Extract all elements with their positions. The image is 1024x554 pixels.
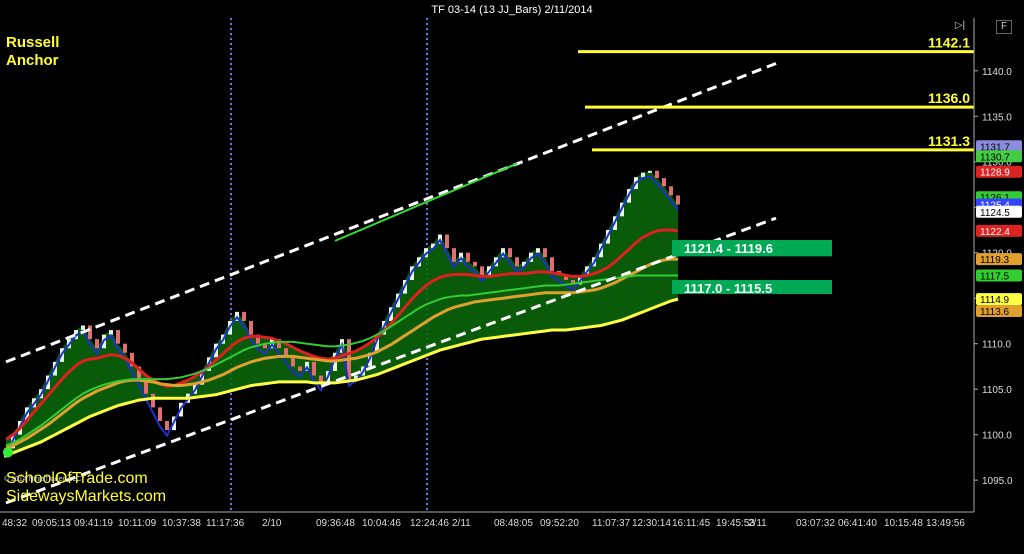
price-bar[interactable] <box>291 357 295 367</box>
price-bar[interactable] <box>312 361 316 376</box>
price-marker-label: 1130.7 <box>980 152 1010 163</box>
x-tick-label: 09:41:19 <box>74 518 113 529</box>
x-tick-label: 06:41:40 <box>838 518 877 529</box>
x-tick-label: 08:48:05 <box>494 518 533 529</box>
float-toggle-button[interactable]: F <box>996 20 1012 34</box>
price-marker-label: 1122.4 <box>980 227 1010 238</box>
copyright-label: © 2014 NinjaTrader, LLC <box>4 476 82 483</box>
price-bar[interactable] <box>123 343 127 353</box>
price-bar[interactable] <box>158 407 162 422</box>
price-bar[interactable] <box>249 320 253 335</box>
resistance-label-2: 1131.3 <box>928 133 970 149</box>
price-bar[interactable] <box>165 421 169 431</box>
zone-label-1: 1117.0 - 1115.5 <box>684 281 772 296</box>
price-marker-label: 1124.5 <box>980 208 1010 219</box>
price-bar[interactable] <box>676 195 680 205</box>
price-bar[interactable] <box>298 366 302 371</box>
x-tick-label: 11:07:37 <box>592 518 631 529</box>
x-tick-label: 10:15:48 <box>884 518 923 529</box>
price-bar[interactable] <box>655 170 659 179</box>
chart-title: TF 03-14 (13 JJ_Bars) 2/11/2014 <box>431 4 593 16</box>
chart-canvas[interactable]: 1142.1 1136.0 1131.3 1121.4 - 1119.6 1117.0 … <box>0 0 1024 554</box>
x-tick-label: 2/11 <box>452 518 471 529</box>
price-bar[interactable] <box>473 261 477 267</box>
y-tick-label: 1095.0 <box>982 476 1013 487</box>
price-bar[interactable] <box>480 266 484 276</box>
price-bar[interactable] <box>536 248 540 253</box>
x-tick-label: 2/10 <box>262 518 282 529</box>
resistance-label-1: 1136.0 <box>928 90 970 106</box>
price-marker-label: 1119.3 <box>980 255 1010 266</box>
price-marker-label: 1117.5 <box>980 271 1010 282</box>
x-tick-label: 09:36:48 <box>316 518 355 529</box>
resistance-label-0: 1142.1 <box>928 35 970 51</box>
price-bar[interactable] <box>452 248 456 262</box>
x-tick-label: 09:05:13 <box>32 518 71 529</box>
price-bar[interactable] <box>466 252 470 262</box>
price-bar[interactable] <box>445 234 449 249</box>
price-bar[interactable] <box>543 248 547 258</box>
x-tick-label: 16:11:45 <box>672 518 711 529</box>
price-bar[interactable] <box>669 186 673 196</box>
anchor-label: Anchor <box>6 52 59 69</box>
price-bar[interactable] <box>662 178 666 187</box>
price-bar[interactable] <box>109 330 113 335</box>
price-bar[interactable] <box>508 248 512 258</box>
zone-label-0: 1121.4 - 1119.6 <box>684 241 773 256</box>
x-tick-label: 10:37:38 <box>162 518 201 529</box>
price-bar[interactable] <box>151 393 155 408</box>
y-tick-label: 1110.0 <box>982 340 1012 351</box>
x-tick-label: 11:17:36 <box>206 518 245 529</box>
y-tick-label: 1135.0 <box>982 112 1012 123</box>
x-tick-label: 13:49:56 <box>926 518 965 529</box>
price-bar[interactable] <box>88 325 92 340</box>
price-marker-label: 1113.6 <box>980 307 1010 318</box>
x-tick-label: 12:24:46 <box>410 518 449 529</box>
site-watermark-2: SidewaysMarkets.com <box>6 488 167 505</box>
x-tick-label: 10:11:09 <box>118 518 157 529</box>
price-bar[interactable] <box>648 170 652 173</box>
price-bar[interactable] <box>242 311 246 321</box>
x-tick-label: 12:30:14 <box>632 518 671 529</box>
x-tick-label: 10:04:46 <box>362 518 401 529</box>
x-tick-label: 48:32 <box>2 518 27 529</box>
instrument-label: Russell <box>6 34 60 51</box>
scroll-end-button[interactable]: ▷| <box>953 20 967 32</box>
price-bar[interactable] <box>95 339 99 349</box>
x-tick-label: 09:52:20 <box>540 518 579 529</box>
price-bar[interactable] <box>116 330 120 344</box>
y-tick-label: 1140.0 <box>982 67 1012 78</box>
x-tick-label: 2/11 <box>748 518 767 529</box>
y-tick-label: 1105.0 <box>982 385 1012 396</box>
x-tick-label: 03:07:32 <box>796 518 835 529</box>
price-bar[interactable] <box>550 257 554 271</box>
y-tick-label: 1100.0 <box>982 431 1012 442</box>
price-bar[interactable] <box>641 172 645 178</box>
start-marker <box>3 447 13 458</box>
price-marker-label: 1114.9 <box>980 295 1010 306</box>
price-bar[interactable] <box>81 325 85 331</box>
price-marker-label: 1128.9 <box>980 168 1010 179</box>
price-bar[interactable] <box>515 257 519 267</box>
